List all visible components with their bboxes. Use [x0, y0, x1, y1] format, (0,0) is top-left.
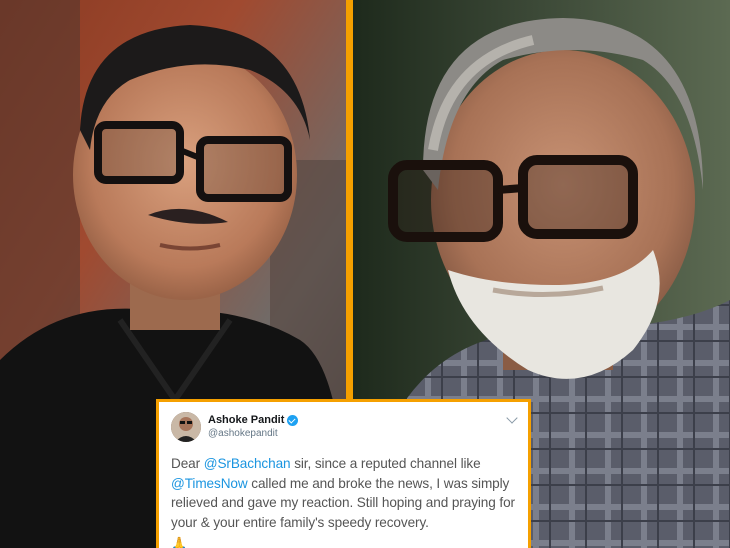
verified-badge-icon	[287, 415, 299, 426]
tweet-text-part-1: sir, since a reputed channel like	[290, 456, 481, 471]
collage-canvas: Ashoke Pandit @ashokepandit Dear @SrBach…	[0, 0, 730, 548]
author-handle[interactable]: @ashokepandit	[208, 427, 298, 440]
author-names: Ashoke Pandit @ashokepandit	[208, 414, 299, 440]
display-name-row: Ashoke Pandit	[208, 414, 299, 427]
tweet-card: Ashoke Pandit @ashokepandit Dear @SrBach…	[156, 399, 531, 548]
folded-hands-icon: 🙏	[171, 536, 188, 548]
mention-timesnow[interactable]: @TimesNow	[171, 476, 248, 491]
tweet-text: Dear @SrBachchan sir, since a reputed ch…	[171, 454, 516, 548]
tweet-text-dear: Dear	[171, 456, 204, 471]
author-display-name[interactable]: Ashoke Pandit	[208, 414, 284, 427]
tweet-header: Ashoke Pandit @ashokepandit	[171, 410, 518, 444]
chevron-down-icon[interactable]	[506, 412, 518, 424]
mention-srbachchan[interactable]: @SrBachchan	[204, 456, 291, 471]
avatar[interactable]	[171, 412, 201, 442]
